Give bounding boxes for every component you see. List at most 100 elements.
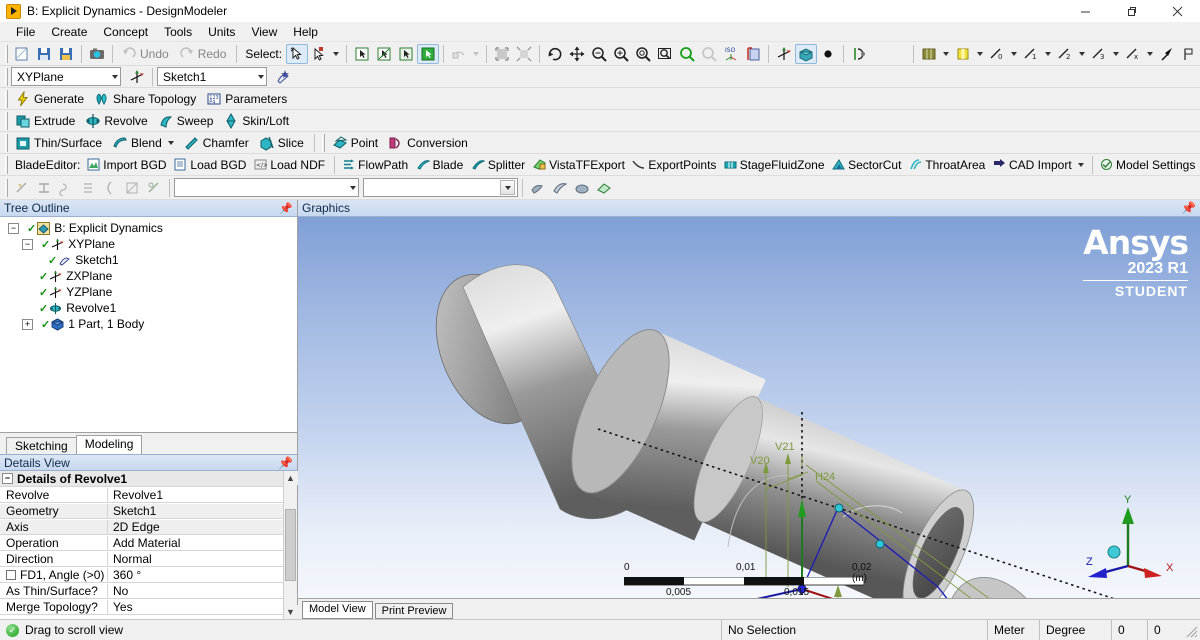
details-value[interactable]: Add Material — [108, 536, 283, 550]
pin-icon[interactable]: 📌 — [279, 202, 293, 215]
ruler-0-button[interactable]: 0 — [986, 44, 1020, 64]
sketch-combo-2[interactable] — [363, 178, 518, 197]
select-vertices-button[interactable] — [351, 44, 373, 64]
chamfer-button[interactable]: Chamfer — [180, 133, 255, 153]
graphics-viewport[interactable]: Ansys 2023 R1 STUDENT V20 V21 H24 0 0,01… — [298, 217, 1200, 598]
stagefluidzone-button[interactable]: StageFluidZone — [721, 155, 829, 175]
share-topology-button[interactable]: Share Topology — [90, 89, 202, 109]
display-style-button[interactable] — [918, 44, 952, 64]
scroll-up-icon[interactable]: ▲ — [283, 471, 298, 485]
zoom-button[interactable] — [588, 44, 610, 64]
constraint-parallel-button[interactable] — [77, 178, 99, 198]
pin-arrow-button[interactable] — [1156, 44, 1178, 64]
throatarea-button[interactable]: ThroatArea — [906, 155, 990, 175]
resize-grip[interactable] — [1184, 620, 1200, 640]
ruler-3-button[interactable]: 3 — [1088, 44, 1122, 64]
import-bgd-button[interactable]: Import BGD — [84, 155, 171, 175]
exportpoints-button[interactable]: ExportPoints — [630, 155, 722, 175]
blend-button[interactable]: Blend — [108, 133, 180, 153]
maximize-button[interactable] — [1108, 0, 1154, 22]
undo-button[interactable]: Undo — [117, 44, 175, 64]
details-scrollbar[interactable]: ▲ ▼ — [283, 471, 298, 619]
tab-model-view[interactable]: Model View — [302, 601, 373, 619]
pin-icon[interactable]: 📌 — [278, 456, 293, 470]
save-as-button[interactable] — [55, 44, 77, 64]
scrollbar-thumb[interactable] — [285, 509, 296, 581]
axis-triad[interactable]: Y X Z — [1086, 494, 1184, 580]
sectorcut-button[interactable]: SectorCut — [829, 155, 906, 175]
cad-import-button[interactable]: CAD Import — [990, 155, 1088, 175]
details-row[interactable]: Revolve Revolve1 — [0, 487, 283, 503]
flowpath-button[interactable]: FlowPath — [339, 155, 413, 175]
ruler-x-button[interactable]: x — [1122, 44, 1156, 64]
constraint-concentric-button[interactable] — [143, 178, 165, 198]
point-dot-button[interactable] — [817, 44, 839, 64]
magnify-button[interactable] — [513, 44, 535, 64]
ruler-1-button[interactable]: 1 — [1020, 44, 1054, 64]
menu-item-help[interactable]: Help — [285, 23, 326, 41]
surface-color-button[interactable] — [593, 178, 615, 198]
generate-button[interactable]: Generate — [11, 89, 90, 109]
details-value[interactable]: Sketch1 — [108, 503, 283, 518]
slice-button[interactable]: Slice — [255, 133, 310, 153]
parameters-button[interactable]: 123 P4 Parameters — [202, 89, 293, 109]
ruler-2-button[interactable]: 2 — [1054, 44, 1088, 64]
face-color-button[interactable] — [527, 178, 549, 198]
generate-plane-button[interactable] — [848, 44, 870, 64]
revolve-button[interactable]: Revolve — [81, 111, 153, 131]
constraint-tangent-button[interactable] — [99, 178, 121, 198]
new-plane-toolbar-button[interactable] — [126, 67, 148, 87]
details-row[interactable]: Merge Topology? Yes — [0, 599, 283, 615]
details-value[interactable]: Revolve1 — [108, 488, 283, 502]
box-select-button[interactable] — [308, 44, 342, 64]
splitter-button[interactable]: Splitter — [469, 155, 531, 175]
new-sketch-button[interactable] — [795, 43, 818, 64]
details-value[interactable]: No — [108, 584, 283, 598]
tree-item-zxplane[interactable]: ✓ ZXPlane — [2, 268, 297, 284]
expand-expander[interactable]: + — [22, 318, 33, 330]
box-zoom-select-button[interactable] — [654, 44, 676, 64]
iso-view-button[interactable]: ISO — [720, 44, 742, 64]
constraint-equal-button[interactable] — [55, 178, 77, 198]
load-bgd-button[interactable]: Load BGD — [171, 155, 251, 175]
details-row[interactable]: Geometry Sketch1 — [0, 503, 283, 519]
redo-button[interactable]: Redo — [175, 44, 233, 64]
select-bodies-button[interactable] — [417, 43, 440, 64]
extend-selection-button[interactable] — [448, 44, 482, 64]
minimize-button[interactable] — [1062, 0, 1108, 22]
flag-button[interactable] — [1178, 44, 1200, 64]
save-button[interactable] — [33, 44, 55, 64]
sketch-combo-1[interactable] — [174, 178, 359, 197]
new-plane-button[interactable] — [773, 44, 795, 64]
tree-item-yzplane[interactable]: ✓ YZPlane — [2, 284, 297, 300]
new-sketch-toolbar-button[interactable] — [272, 67, 294, 87]
parameter-checkbox[interactable] — [6, 569, 16, 580]
details-value[interactable]: 2D Edge — [108, 519, 283, 534]
fit-box-button[interactable] — [491, 44, 513, 64]
zoom-in-button[interactable] — [610, 44, 632, 64]
details-value[interactable]: 360 ° — [108, 568, 283, 582]
previous-view-button[interactable] — [676, 44, 698, 64]
details-row[interactable]: Direction Normal — [0, 551, 283, 567]
tree-outline[interactable]: − ✓ B: Explicit Dynamics − ✓ XYPlane ✓ S… — [0, 217, 297, 432]
sweep-button[interactable]: Sweep — [154, 111, 220, 131]
plane-select[interactable]: XYPlane — [11, 67, 121, 86]
next-view-button[interactable] — [698, 44, 720, 64]
constraint-auto-button[interactable] — [11, 178, 33, 198]
menu-item-view[interactable]: View — [243, 23, 285, 41]
tree-item-revolve1[interactable]: ✓ Revolve1 — [2, 300, 297, 316]
zoom-to-fit-button[interactable] — [632, 44, 654, 64]
menu-item-create[interactable]: Create — [43, 23, 95, 41]
body-color-button[interactable] — [549, 178, 571, 198]
vistatfexport-button[interactable]: VistaTFExport — [530, 155, 629, 175]
collapse-expander[interactable]: − — [8, 222, 19, 234]
collapse-expander[interactable]: − — [2, 473, 13, 484]
details-row-angle[interactable]: FD1, Angle (>0) 360 ° — [0, 567, 283, 583]
point-feature-button[interactable]: Point — [328, 133, 384, 153]
select-edges-button[interactable] — [373, 44, 395, 64]
close-button[interactable] — [1154, 0, 1200, 22]
menu-item-tools[interactable]: Tools — [156, 23, 200, 41]
rotate-button[interactable] — [544, 44, 566, 64]
tree-item-model[interactable]: − ✓ B: Explicit Dynamics — [2, 220, 297, 236]
load-ndf-button[interactable]: </> Load NDF — [251, 155, 330, 175]
